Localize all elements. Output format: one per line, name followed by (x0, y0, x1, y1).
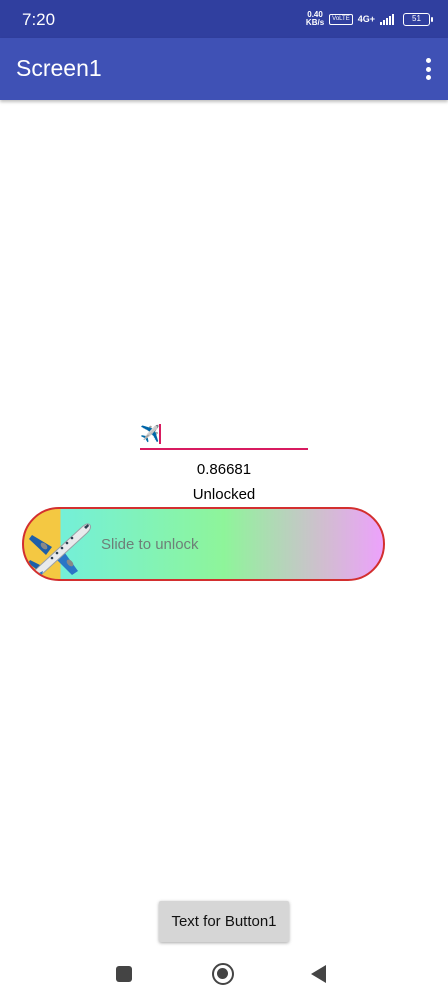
network-type: 4G+ (357, 13, 375, 24)
slider-hint-text: Slide to unlock (101, 536, 199, 553)
status-indicators: 0.40 KB/s VoLTE 4G+ 51 (306, 11, 433, 27)
status-time: 7:20 (22, 10, 56, 29)
signal-icon (380, 13, 394, 25)
back-icon[interactable] (311, 965, 326, 983)
text-cursor (159, 424, 161, 444)
battery-icon: 51 (403, 12, 433, 26)
network-speed: 0.40 KB/s (306, 11, 324, 27)
volte-badge: VoLTE (329, 13, 353, 25)
status-bar: 7:20 0.40 KB/s VoLTE 4G+ 51 (0, 0, 448, 38)
button1[interactable]: Text for Button1 (159, 901, 289, 942)
app-title: Screen1 (16, 55, 102, 81)
slide-to-unlock-slider[interactable]: Slide to unlock (22, 507, 385, 581)
unlock-status-label: Unlocked (192, 486, 256, 503)
slider-value-label: 0.86681 (196, 461, 252, 478)
app-bar: Screen1 (0, 38, 448, 100)
text-input-value: ✈️ (140, 426, 160, 443)
navigation-bar (0, 950, 448, 1000)
overflow-menu-icon[interactable] (424, 58, 432, 80)
network-speed-unit: KB/s (305, 18, 325, 27)
recent-apps-icon[interactable] (116, 966, 132, 982)
text-input[interactable]: ✈️ (140, 420, 308, 450)
battery-level: 51 (412, 13, 421, 23)
home-icon[interactable] (212, 963, 234, 985)
airplane-icon[interactable] (26, 513, 94, 579)
